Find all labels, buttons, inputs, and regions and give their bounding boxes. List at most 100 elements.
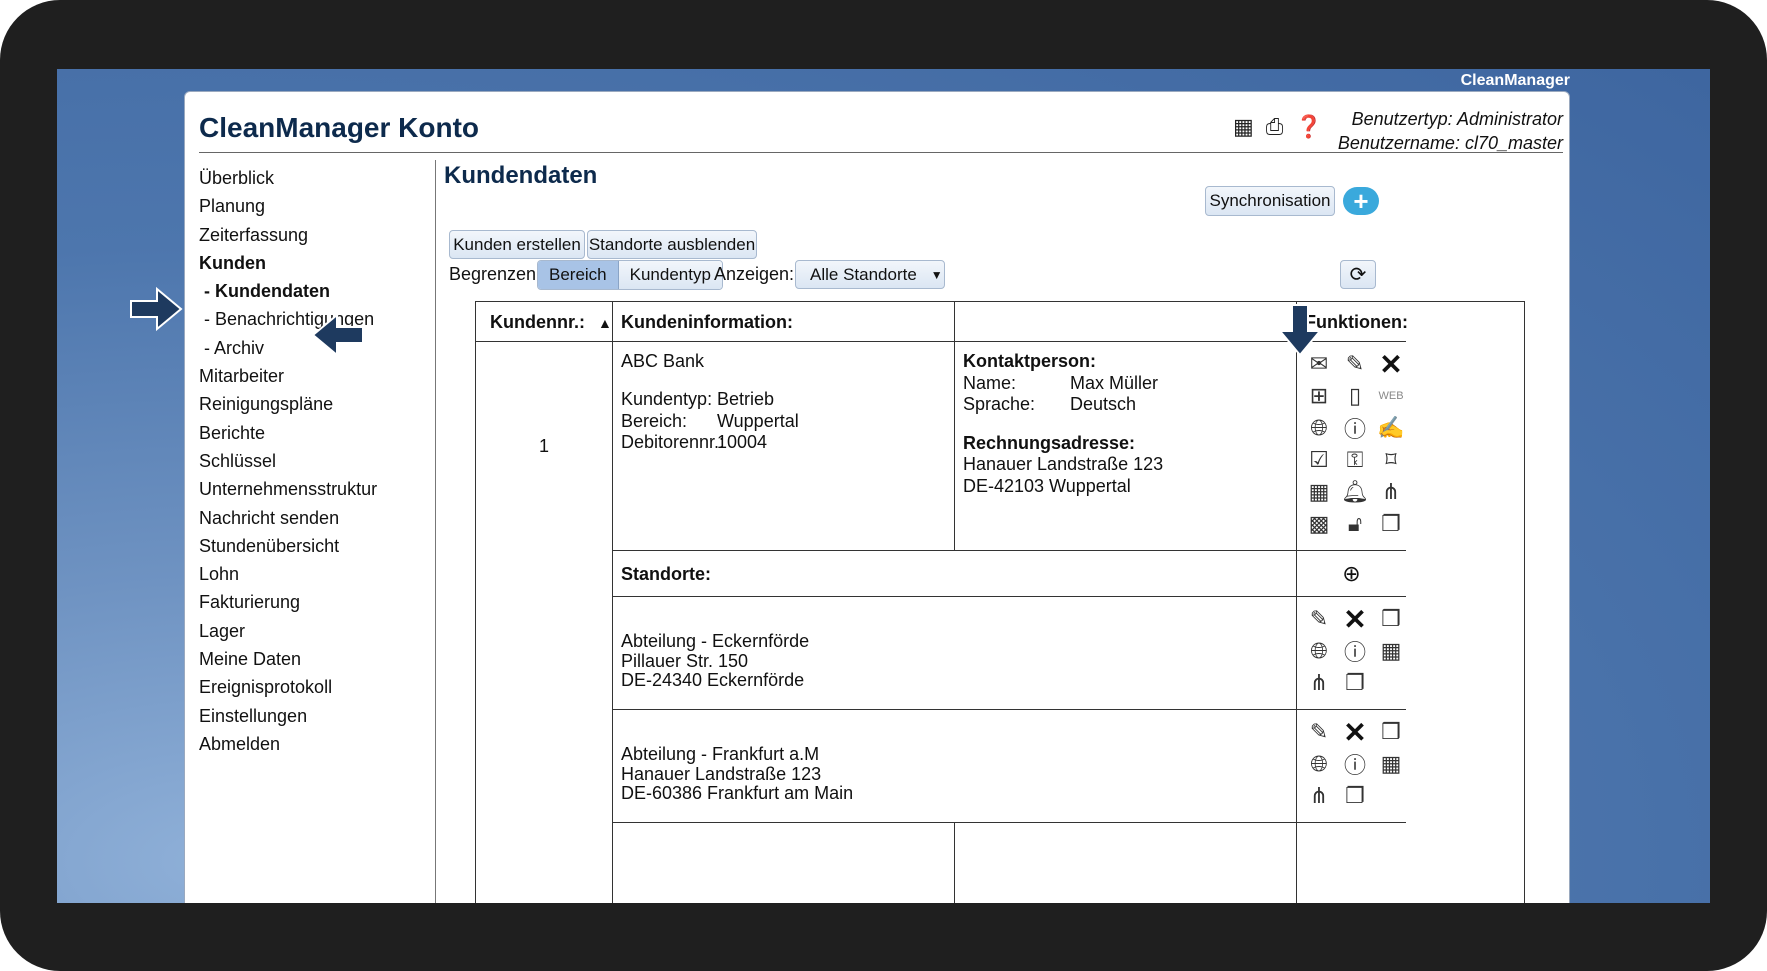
add-location-button[interactable]: ⊕ (1297, 551, 1406, 597)
sidebar-nav: Überblick Planung Zeiterfassung Kunden -… (199, 164, 377, 758)
customer-area-value: Wuppertal (717, 410, 799, 431)
table-icon[interactable]: ▦ (1233, 115, 1254, 139)
sort-asc-icon: ▲ (598, 315, 612, 331)
delete-icon[interactable]: ✕ (1337, 716, 1373, 748)
documents-icon[interactable]: ❐ (1337, 667, 1373, 699)
chevron-down-icon: ▼ (930, 267, 943, 282)
hide-locations-button[interactable]: Standorte ausblenden (587, 230, 757, 259)
sidebar-item-ereignisprotokoll[interactable]: Ereignisprotokoll (199, 673, 377, 701)
calendar-icon[interactable]: ▦ (1373, 635, 1409, 667)
sidebar-item-fakturierung[interactable]: Fakturierung (199, 588, 377, 616)
header-number[interactable]: Kundennr.: ▲ (476, 302, 613, 342)
contact-details: Name: Max Müller Sprache: Deutsch (963, 373, 1296, 416)
contact-title: Kontaktperson: (963, 351, 1097, 371)
unlock-icon[interactable]: 🔓︎ (1337, 508, 1373, 540)
sidebar-item-lager[interactable]: Lager (199, 617, 377, 645)
next-row-cell (613, 823, 955, 903)
sync-button[interactable]: Synchronisation (1205, 186, 1335, 216)
sidebar-item-planung[interactable]: Planung (199, 192, 377, 220)
modules-icon[interactable]: ⊞ (1301, 380, 1337, 412)
sidebar-item-meine-daten[interactable]: Meine Daten (199, 645, 377, 673)
location-function-icons: ✎ ✕ ❒ 🌐︎ ⓘ ▦ ⋔ ❐ (1301, 603, 1409, 699)
billing-city: DE-42103 Wuppertal (963, 475, 1131, 496)
info-icon[interactable]: ⓘ (1337, 635, 1373, 667)
sidebar-item-kunden[interactable]: Kunden (199, 249, 377, 277)
contact-lang-value: Deutsch (1070, 394, 1137, 414)
refresh-button[interactable]: ⟳ (1340, 260, 1376, 289)
calendar-icon[interactable]: ▦ (1373, 748, 1409, 780)
user-info: Benutzertyp: Administrator Benutzername:… (1338, 107, 1563, 155)
sidebar-item-unternehmensstruktur[interactable]: Unternehmensstruktur (199, 475, 377, 503)
key-icon[interactable]: ⚿ (1337, 444, 1373, 476)
delete-icon[interactable]: ✕ (1337, 603, 1373, 635)
sidebar-item-kundendaten[interactable]: - Kundendaten (199, 277, 377, 305)
sidebar-item-lohn[interactable]: Lohn (199, 560, 377, 588)
location-street: Pillauer Str. 150 (621, 650, 749, 671)
sidebar-item-nachricht-senden[interactable]: Nachricht senden (199, 504, 377, 532)
sidebar-item-reinigungsplaene[interactable]: Reinigungspläne (199, 390, 377, 418)
sidebar-item-abmelden[interactable]: Abmelden (199, 730, 377, 758)
customer-info-cell: ABC Bank Kundentyp: Betrieb Bereich: Wup… (613, 342, 955, 551)
sidebar-item-berichte[interactable]: Berichte (199, 419, 377, 447)
sidebar-item-stundenuebersicht[interactable]: Stundenübersicht (199, 532, 377, 560)
hierarchy-icon[interactable]: ⋔ (1301, 667, 1337, 699)
bell-icon[interactable]: 🔔︎ (1337, 476, 1373, 508)
checklist-icon[interactable]: ☑ (1301, 444, 1337, 476)
contact-name-label: Name: (963, 372, 1017, 393)
hierarchy-icon[interactable]: ⋔ (1373, 476, 1409, 508)
location-functions-cell: ✎ ✕ ❒ 🌐︎ ⓘ ▦ ⋔ ❐ (1297, 710, 1406, 823)
calendar-icon[interactable]: ▦ (1301, 476, 1337, 508)
note-icon[interactable]: ✍ (1373, 412, 1409, 444)
qr-code-icon[interactable]: ▩ (1301, 508, 1337, 540)
edit-icon[interactable]: ✎ (1301, 716, 1337, 748)
documents-icon[interactable]: ❐ (1373, 508, 1409, 540)
billing-street: Hanauer Landstraße 123 (963, 454, 1164, 474)
globe-icon[interactable]: 🌐︎ (1301, 748, 1337, 780)
header-info: Kundeninformation: (613, 302, 955, 342)
location-row: Abteilung - Eckernförde Pillauer Str. 15… (613, 597, 1297, 710)
app-window: CleanManager Konto ▦ ⎙ ❓ Benutzertyp: Ad… (184, 91, 1570, 903)
customer-number-cell: 1 (476, 342, 613, 903)
globe-icon[interactable]: 🌐︎ (1301, 412, 1337, 444)
show-select-value: Alle Standorte (810, 264, 917, 284)
info-icon[interactable]: ⓘ (1337, 748, 1373, 780)
show-select[interactable]: Alle Standorte ▼ (795, 260, 945, 289)
sidebar-item-zeiterfassung[interactable]: Zeiterfassung (199, 221, 377, 249)
edit-icon[interactable]: ✎ (1301, 603, 1337, 635)
edit-icon[interactable]: ✎ (1337, 348, 1373, 380)
print-icon[interactable]: ⎙ (1266, 115, 1284, 139)
customer-area-label: Bereich: (621, 410, 688, 431)
globe-icon[interactable]: 🌐︎ (1301, 635, 1337, 667)
sidebar-item-mitarbeiter[interactable]: Mitarbeiter (199, 362, 377, 390)
desktop-background: CleanManager CleanManager Konto ▦ ⎙ ❓ Be… (57, 69, 1710, 903)
arrow-left-icon (311, 312, 364, 358)
customer-debtor-label: Debitorennr.: (621, 432, 725, 452)
device-frame: CleanManager CleanManager Konto ▦ ⎙ ❓ Be… (0, 0, 1767, 971)
sidebar-divider (435, 160, 436, 903)
show-label: Anzeigen: (714, 264, 795, 284)
page-title: Kundendaten (444, 162, 598, 189)
info-icon[interactable]: ⓘ (1337, 412, 1373, 444)
location-functions-cell: ✎ ✕ ❒ 🌐︎ ⓘ ▦ ⋔ ❐ (1297, 597, 1406, 710)
customer-debtor-value: 10004 (717, 432, 768, 452)
building-icon[interactable]: ▯ (1337, 380, 1373, 412)
box-icon[interactable]: ❒ (1373, 603, 1409, 635)
box-icon[interactable]: ❒ (1373, 716, 1409, 748)
web-icon[interactable]: WEB (1373, 380, 1409, 412)
create-customer-button[interactable]: Kunden erstellen (449, 230, 585, 259)
customer-name: ABC Bank (621, 351, 705, 371)
arrow-right-icon (130, 286, 183, 332)
limit-option-kundentyp[interactable]: Kundentyp (618, 261, 722, 289)
help-icon[interactable]: ❓ (1295, 115, 1322, 139)
sidebar-item-schluessel[interactable]: Schlüssel (199, 447, 377, 475)
limit-option-bereich[interactable]: Bereich (538, 261, 619, 289)
tag-icon[interactable]: ⌑ (1373, 444, 1409, 476)
documents-icon[interactable]: ❐ (1337, 780, 1373, 812)
contact-lang-label: Sprache: (963, 394, 1036, 414)
sidebar-item-ueberblick[interactable]: Überblick (199, 164, 377, 192)
sidebar-item-einstellungen[interactable]: Einstellungen (199, 702, 377, 730)
delete-icon[interactable]: ✕ (1373, 348, 1409, 380)
location-function-icons: ✎ ✕ ❒ 🌐︎ ⓘ ▦ ⋔ ❐ (1301, 716, 1409, 812)
add-button[interactable]: + (1343, 187, 1379, 215)
hierarchy-icon[interactable]: ⋔ (1301, 780, 1337, 812)
